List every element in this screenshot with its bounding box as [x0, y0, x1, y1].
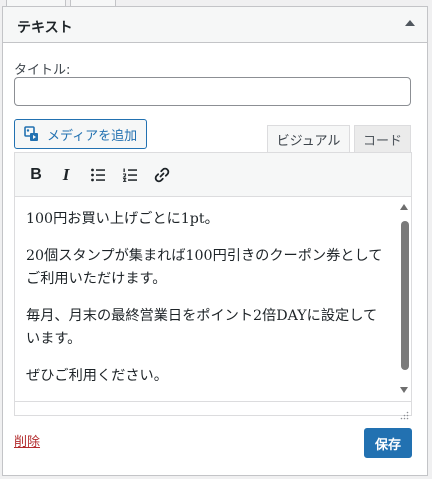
editor-statusbar — [15, 401, 411, 420]
scrollbar-thumb[interactable] — [401, 221, 409, 370]
add-media-label: メディアを追加 — [47, 128, 138, 144]
numbered-list-icon[interactable] — [118, 163, 142, 187]
arrow-up-icon[interactable] — [405, 20, 415, 26]
bold-button[interactable]: B — [24, 163, 48, 187]
scroll-down-arrow-icon[interactable] — [400, 387, 408, 393]
editor-content[interactable]: 100円お買い上げごとに1pt。 20個スタンプが集まれば100円引きのクーポン… — [15, 198, 398, 401]
italic-button[interactable]: I — [54, 163, 78, 187]
delete-link[interactable]: 削除 — [14, 431, 40, 450]
rich-text-editor: B I 100円お買い上げごとに1pt。 20個スタンプが集まれば100円引きの… — [14, 152, 412, 420]
content-paragraph: 100円お買い上げごとに1pt。 — [26, 211, 219, 227]
content-paragraph: 20個スタンプが集まれば100円引きのクーポン券としてご利用いただけます。 — [26, 248, 383, 287]
title-field-label: タイトル: — [14, 63, 71, 78]
scroll-up-arrow-icon[interactable] — [400, 204, 408, 210]
add-media-button[interactable]: メディアを追加 — [14, 119, 147, 149]
bulleted-list-icon[interactable] — [86, 163, 110, 187]
editor-scrollbar[interactable] — [398, 198, 411, 401]
editor-toolbar: B I — [15, 153, 411, 197]
save-button[interactable]: 保存 — [364, 428, 412, 458]
link-icon[interactable] — [150, 163, 174, 187]
widget-title: テキスト — [17, 20, 73, 36]
tab-visual[interactable]: ビジュアル — [267, 125, 350, 153]
content-paragraph: ぜひご利用ください。 — [26, 368, 168, 384]
tab-code[interactable]: コード — [354, 125, 411, 153]
title-input[interactable] — [14, 77, 411, 106]
resize-handle-icon[interactable] — [400, 405, 409, 420]
widget-header[interactable]: テキスト — [3, 7, 427, 43]
media-add-icon — [23, 125, 41, 143]
content-paragraph: 毎月、月末の最終営業日をポイント2倍DAYに設定しています。 — [26, 308, 378, 347]
